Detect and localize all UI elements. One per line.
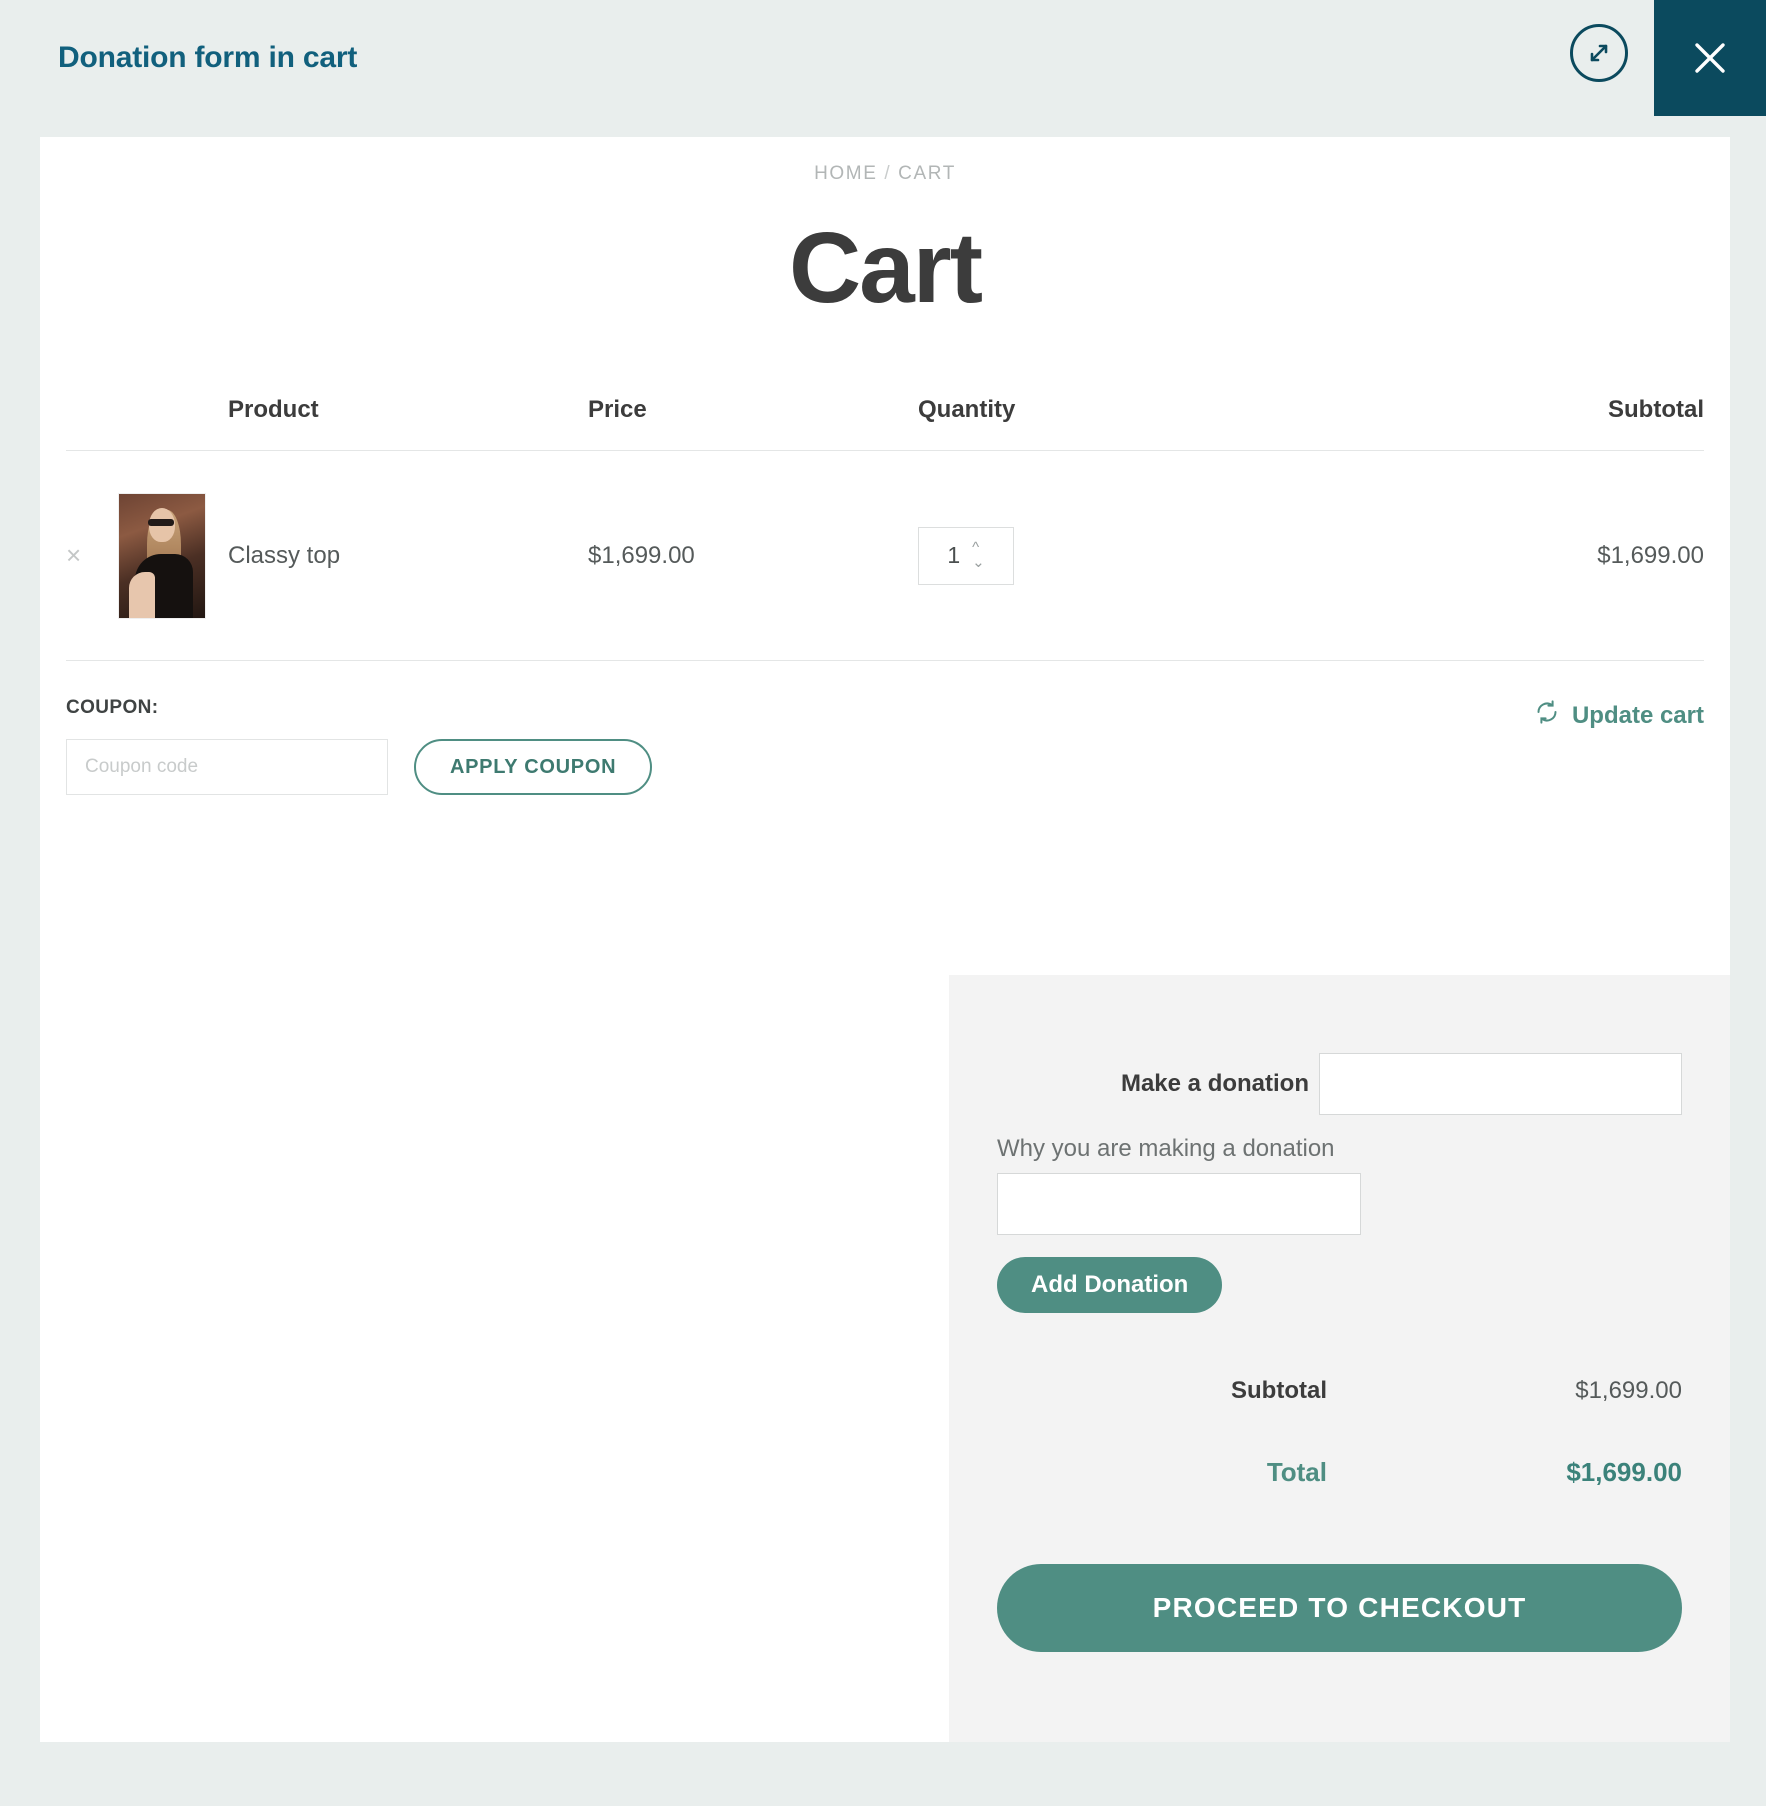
- donation-reason-input[interactable]: [997, 1173, 1361, 1235]
- breadcrumb-current: CART: [898, 163, 956, 184]
- close-icon[interactable]: [1654, 0, 1766, 116]
- thumbnail-shoulder-shape: [129, 571, 155, 618]
- coupon-label: COUPON:: [66, 697, 159, 718]
- window-title: Donation form in cart: [58, 41, 358, 74]
- update-cart-label: Update cart: [1571, 701, 1704, 729]
- cart-totals-panel: Make a donation Why you are making a don…: [949, 975, 1730, 1742]
- subtotal-value: $1,699.00: [1575, 1377, 1682, 1404]
- product-subtotal: $1,699.00: [1597, 541, 1704, 569]
- coupon-section: COUPON: APPLY COUPON Update: [66, 697, 1704, 857]
- page-title: Cart: [788, 212, 983, 324]
- apply-coupon-button[interactable]: APPLY COUPON: [414, 739, 653, 795]
- totals-rows: Subtotal $1,699.00 Total $1,699.00: [997, 1377, 1682, 1488]
- product-name[interactable]: Classy top: [228, 542, 588, 570]
- subtotal-label: Subtotal: [1231, 1377, 1327, 1404]
- header-subtotal: Subtotal: [1608, 396, 1704, 423]
- breadcrumb-separator: /: [884, 163, 892, 184]
- donation-amount-label: Make a donation: [1120, 1070, 1309, 1097]
- total-row: Total $1,699.00: [997, 1457, 1682, 1488]
- breadcrumb-home[interactable]: HOME: [814, 163, 877, 184]
- product-thumbnail[interactable]: [118, 492, 206, 619]
- cart-page: HOME / CART Cart Product Price Quantity …: [40, 137, 1730, 1742]
- subtotal-row: Subtotal $1,699.00: [997, 1377, 1682, 1405]
- quantity-stepper[interactable]: 1 ^ ⌄: [918, 526, 1014, 585]
- sunglasses-icon: [148, 518, 174, 526]
- product-price: $1,699.00: [588, 541, 695, 569]
- window-titlebar: Donation form in cart: [0, 0, 1766, 116]
- total-value: $1,699.00: [1566, 1457, 1682, 1487]
- breadcrumb: HOME / CART: [40, 163, 1730, 185]
- titlebar-actions: [1570, 0, 1766, 116]
- donation-reason-label: Why you are making a donation: [997, 1135, 1335, 1162]
- coupon-code-input[interactable]: [66, 739, 388, 795]
- donation-amount-row: Make a donation: [997, 1053, 1682, 1115]
- donation-amount-input[interactable]: [1319, 1053, 1682, 1115]
- header-quantity: Quantity: [918, 396, 1016, 423]
- header-price: Price: [588, 396, 647, 423]
- total-label: Total: [1266, 1457, 1327, 1487]
- chevron-down-icon[interactable]: ⌄: [972, 555, 985, 569]
- quantity-value[interactable]: 1: [947, 542, 960, 569]
- add-donation-button[interactable]: Add Donation: [997, 1257, 1223, 1313]
- header-product: Product: [228, 396, 319, 423]
- remove-item-icon[interactable]: ×: [66, 540, 81, 570]
- expand-arrows-icon[interactable]: [1570, 24, 1628, 82]
- donation-form-cart-window: Donation form in cart HOME / CART Cart P…: [0, 0, 1766, 1806]
- refresh-icon: [1534, 699, 1560, 732]
- chevron-up-icon[interactable]: ^: [972, 540, 985, 554]
- update-cart-button[interactable]: Update cart: [1534, 699, 1704, 732]
- table-row: × Classy top $1,699.00 1 ^ ⌄ $1,699.00: [66, 451, 1704, 661]
- proceed-to-checkout-button[interactable]: PROCEED TO CHECKOUT: [997, 1564, 1682, 1652]
- cart-table: Product Price Quantity Subtotal × Classy…: [66, 396, 1704, 661]
- cart-table-header: Product Price Quantity Subtotal: [66, 396, 1704, 451]
- quantity-arrows[interactable]: ^ ⌄: [972, 540, 985, 569]
